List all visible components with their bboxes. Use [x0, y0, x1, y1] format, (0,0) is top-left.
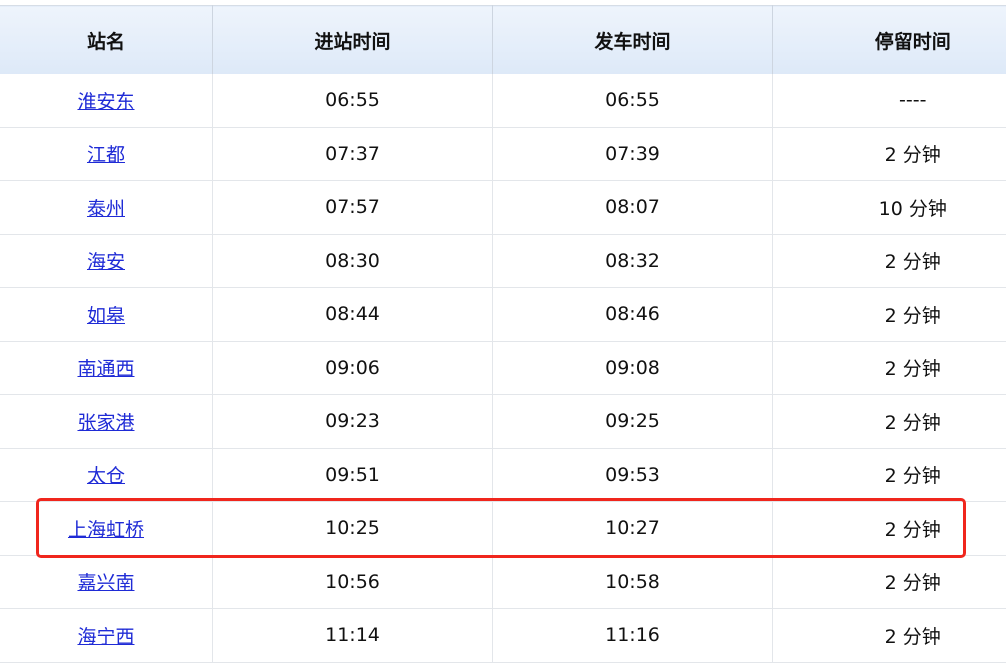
station-cell: 南通西 [0, 341, 213, 395]
depart-time: 09:08 [493, 341, 773, 395]
stop-duration: 2 分钟 [773, 555, 1006, 609]
stop-duration: 2 分钟 [773, 502, 1006, 556]
depart-time: 09:25 [493, 395, 773, 449]
depart-time: 10:58 [493, 555, 773, 609]
depart-time: 07:39 [493, 127, 773, 181]
depart-time: 08:46 [493, 288, 773, 342]
table-body: 淮安东 06:55 06:55 ----江都 07:37 07:39 2 分钟泰… [0, 74, 1006, 662]
table-row: 上海虹桥 10:25 10:27 2 分钟 [0, 502, 1006, 556]
depart-time: 06:55 [493, 74, 773, 127]
arrive-time: 07:37 [213, 127, 493, 181]
arrive-time: 08:44 [213, 288, 493, 342]
arrive-time: 10:25 [213, 502, 493, 556]
station-cell: 海宁西 [0, 609, 213, 663]
header-stop: 停留时间 [773, 6, 1006, 75]
table-row: 嘉兴南 10:56 10:58 2 分钟 [0, 555, 1006, 609]
station-link[interactable]: 张家港 [77, 412, 134, 434]
stop-duration: 2 分钟 [773, 234, 1006, 288]
depart-time: 11:16 [493, 609, 773, 663]
stop-duration: 2 分钟 [773, 127, 1006, 181]
station-cell: 嘉兴南 [0, 555, 213, 609]
arrive-time: 06:55 [213, 74, 493, 127]
station-link[interactable]: 海宁西 [77, 626, 134, 648]
arrive-time: 09:51 [213, 448, 493, 502]
station-link[interactable]: 南通西 [77, 358, 134, 380]
table-row: 如皋 08:44 08:46 2 分钟 [0, 288, 1006, 342]
station-cell: 张家港 [0, 395, 213, 449]
stop-duration: 2 分钟 [773, 341, 1006, 395]
table-row: 江都 07:37 07:39 2 分钟 [0, 127, 1006, 181]
stop-duration: 2 分钟 [773, 395, 1006, 449]
station-link[interactable]: 上海虹桥 [68, 519, 144, 541]
station-link[interactable]: 淮安东 [77, 91, 134, 113]
depart-time: 09:53 [493, 448, 773, 502]
arrive-time: 07:57 [213, 181, 493, 235]
table-row: 南通西 09:06 09:08 2 分钟 [0, 341, 1006, 395]
stop-duration: ---- [773, 74, 1006, 127]
timetable-container: 站名 进站时间 发车时间 停留时间 淮安东 06:55 06:55 ----江都… [0, 5, 1006, 663]
station-cell: 泰州 [0, 181, 213, 235]
stop-duration: 2 分钟 [773, 609, 1006, 663]
station-link[interactable]: 江都 [87, 144, 125, 166]
stop-duration: 10 分钟 [773, 181, 1006, 235]
station-cell: 太仓 [0, 448, 213, 502]
arrive-time: 09:06 [213, 341, 493, 395]
arrive-time: 09:23 [213, 395, 493, 449]
station-link[interactable]: 泰州 [87, 198, 125, 220]
station-cell: 上海虹桥 [0, 502, 213, 556]
station-link[interactable]: 如皋 [87, 305, 125, 327]
table-row: 淮安东 06:55 06:55 ---- [0, 74, 1006, 127]
depart-time: 10:27 [493, 502, 773, 556]
table-header: 站名 进站时间 发车时间 停留时间 [0, 6, 1006, 75]
stop-duration: 2 分钟 [773, 288, 1006, 342]
arrive-time: 08:30 [213, 234, 493, 288]
station-link[interactable]: 海安 [87, 251, 125, 273]
depart-time: 08:07 [493, 181, 773, 235]
depart-time: 08:32 [493, 234, 773, 288]
station-cell: 江都 [0, 127, 213, 181]
arrive-time: 11:14 [213, 609, 493, 663]
stop-duration: 2 分钟 [773, 448, 1006, 502]
table-row: 泰州 07:57 08:07 10 分钟 [0, 181, 1006, 235]
table-row: 张家港 09:23 09:25 2 分钟 [0, 395, 1006, 449]
station-link[interactable]: 嘉兴南 [77, 572, 134, 594]
station-cell: 如皋 [0, 288, 213, 342]
table-row: 海宁西 11:14 11:16 2 分钟 [0, 609, 1006, 663]
station-cell: 淮安东 [0, 74, 213, 127]
arrive-time: 10:56 [213, 555, 493, 609]
header-depart: 发车时间 [493, 6, 773, 75]
table-row: 太仓 09:51 09:53 2 分钟 [0, 448, 1006, 502]
train-timetable: 站名 进站时间 发车时间 停留时间 淮安东 06:55 06:55 ----江都… [0, 5, 1006, 663]
station-cell: 海安 [0, 234, 213, 288]
header-arrive: 进站时间 [213, 6, 493, 75]
header-station: 站名 [0, 6, 213, 75]
table-row: 海安 08:30 08:32 2 分钟 [0, 234, 1006, 288]
station-link[interactable]: 太仓 [87, 465, 125, 487]
